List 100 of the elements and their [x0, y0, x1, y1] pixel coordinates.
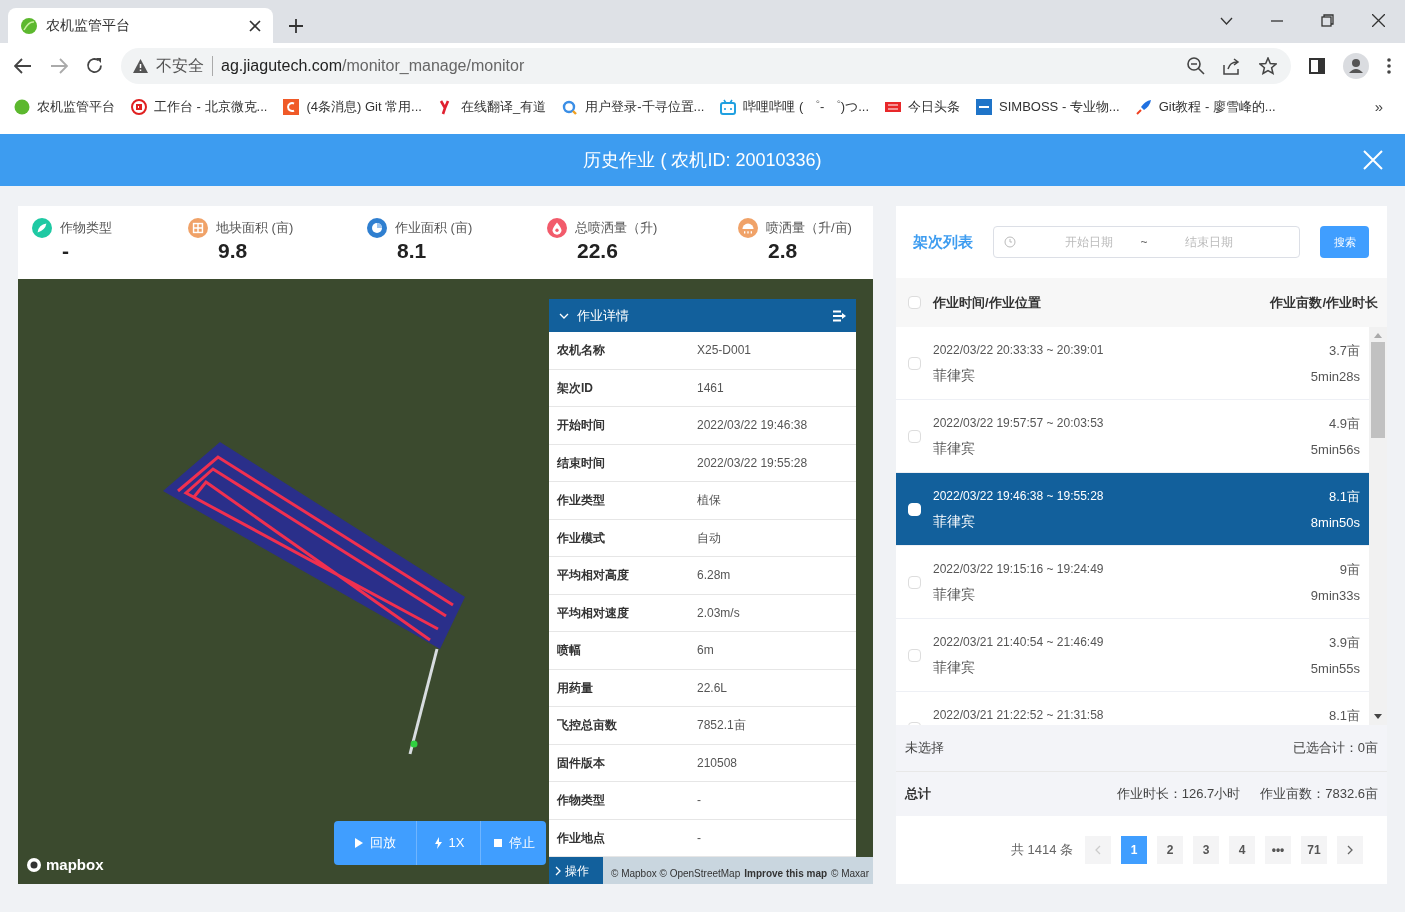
detail-value: 2022/03/22 19:55:28	[697, 454, 808, 472]
detail-label: 平均相对高度	[557, 567, 630, 585]
bookmark[interactable]: (4条消息) Git 常用...	[283, 97, 422, 117]
new-tab-icon[interactable]	[289, 19, 303, 33]
chevron-right-icon	[1347, 845, 1353, 855]
detail-value: X25-D001	[697, 342, 752, 360]
flight-location: 菲律宾	[933, 439, 976, 458]
address-bar[interactable]: 不安全 ag.jiagutech.com/monitor_manage/monitor	[121, 47, 1291, 84]
detail-value: 植保	[697, 492, 721, 510]
stat-value: 9.8	[217, 237, 249, 264]
avatar-icon[interactable]	[1343, 52, 1369, 79]
stop-icon	[492, 837, 503, 849]
chevron-down-icon	[559, 312, 569, 319]
star-icon[interactable]	[1259, 56, 1277, 75]
chevron-left-icon	[1095, 845, 1101, 855]
detail-value: 6.28m	[697, 567, 731, 585]
reload-icon[interactable]	[86, 57, 103, 74]
detail-label: 喷幅	[557, 642, 582, 660]
share-icon[interactable]	[1223, 56, 1241, 75]
security-label: 不安全	[156, 55, 204, 76]
stat-value: -	[61, 237, 70, 264]
flight-area: 3.9亩	[1328, 633, 1360, 653]
detail-label: 结束时间	[557, 454, 606, 472]
details-header[interactable]: 作业详情	[549, 299, 856, 332]
restore-icon[interactable]	[1321, 14, 1334, 27]
url-text: ag.jiagutech.com/monitor_manage/monitor	[221, 55, 526, 76]
more-bookmarks-button[interactable]: »	[1374, 95, 1383, 119]
total-label: 总计	[905, 785, 932, 804]
stat-label: 作物类型	[60, 219, 112, 237]
date-range-field[interactable]: 开始日期 ~ 结束日期	[993, 226, 1300, 258]
bookmark[interactable]: 用户登录-千寻位置...	[562, 97, 705, 117]
detail-value: 自动	[697, 529, 721, 547]
menu-icon[interactable]	[1387, 57, 1391, 74]
range-separator: ~	[1139, 234, 1149, 251]
bookmark[interactable]: 农机监管平台	[14, 97, 115, 117]
total-hours: 作业时长：126.7小时	[1116, 785, 1241, 804]
flight-location: 菲律宾	[933, 658, 976, 677]
bookmark[interactable]: SIMBOSS - 专业物...	[976, 97, 1120, 117]
details-title: 作业详情	[577, 306, 630, 325]
start-date-placeholder: 开始日期	[1064, 234, 1114, 251]
flight-area: 4.9亩	[1328, 414, 1360, 434]
stat-value: 22.6	[576, 237, 619, 264]
bookmark[interactable]: 哔哩哔哩 ( ゜- ゜)つ...	[720, 97, 870, 117]
detail-value: 22.6L	[697, 679, 728, 697]
page-button[interactable]: 2	[1157, 836, 1183, 864]
section-title: 操作	[565, 862, 589, 880]
bookmark[interactable]: 工作台 - 北京微克...	[131, 97, 268, 117]
flight-time: 2022/03/22 19:46:38 ~ 19:55:28	[933, 488, 1105, 505]
operator-section-header[interactable]: 操作	[549, 857, 603, 884]
detail-value: 1461	[697, 379, 724, 397]
flight-area: 8.1亩	[1328, 487, 1360, 507]
flight-area: 8.1亩	[1328, 706, 1360, 725]
panel-title: 架次列表	[913, 231, 973, 252]
row-checkbox[interactable]	[908, 356, 921, 370]
stat-value: 8.1	[396, 237, 428, 264]
bookmark[interactable]: 今日头条	[885, 97, 961, 117]
mapbox-logo: mapbox	[46, 854, 104, 875]
minimize-icon[interactable]	[1271, 19, 1283, 22]
close-icon[interactable]	[1372, 14, 1385, 27]
scroll-down-icon[interactable]	[1374, 714, 1382, 719]
page-button[interactable]: 4	[1229, 836, 1255, 864]
side-panel-icon[interactable]	[1309, 57, 1325, 74]
stat-label: 总喷洒量（升)	[575, 219, 658, 237]
row-checkbox[interactable]	[908, 429, 921, 443]
scrollbar-thumb[interactable]	[1371, 342, 1385, 438]
row-checkbox[interactable]	[908, 648, 921, 662]
bookmark[interactable]: 在线翻译_有道	[437, 97, 547, 117]
tab-title: 农机监管平台	[46, 16, 131, 35]
stat-value: 2.8	[767, 237, 799, 264]
select-all-checkbox[interactable]	[908, 296, 921, 309]
detail-label: 作业地点	[557, 829, 606, 847]
detail-value: 6m	[697, 642, 714, 660]
page-button[interactable]: 3	[1193, 836, 1219, 864]
flight-time: 2022/03/21 21:22:52 ~ 21:31:58	[933, 707, 1105, 724]
play-icon	[354, 837, 364, 849]
news-logo-icon	[885, 99, 902, 115]
page-button[interactable]: •••	[1265, 836, 1291, 864]
selected-total: 已选合计：0亩	[1292, 739, 1378, 758]
flight-duration: 5min55s	[1310, 659, 1360, 678]
detail-label: 作业模式	[557, 529, 606, 547]
detail-label: 开始时间	[557, 417, 606, 435]
page-button[interactable]: 71	[1301, 836, 1327, 864]
flight-location: 菲律宾	[933, 512, 976, 531]
bookmark[interactable]: Git教程 - 廖雪峰的...	[1135, 97, 1276, 117]
detail-label: 固件版本	[557, 754, 606, 772]
back-arrow-icon[interactable]	[14, 57, 32, 74]
chevron-down-icon[interactable]	[1220, 16, 1233, 25]
scrollbar[interactable]	[1369, 327, 1387, 725]
browser-tab[interactable]: 农机监管平台	[8, 8, 273, 43]
row-checkbox[interactable]	[908, 575, 921, 589]
close-icon[interactable]	[249, 19, 261, 32]
q-logo-icon	[562, 99, 579, 115]
detail-label: 农机名称	[557, 342, 606, 360]
tv-icon	[720, 99, 737, 115]
improve-map-link[interactable]: Improve this map	[744, 866, 828, 881]
detail-value: -	[697, 829, 701, 847]
flight-row[interactable]: 2022/03/22 19:46:38 ~ 19:55:28 菲律宾 8.1亩 8min50s	[896, 473, 1369, 546]
detail-value: 2.03m/s	[697, 604, 740, 622]
list-arrow-icon[interactable]	[833, 309, 846, 322]
zoom-out-icon[interactable]	[1187, 56, 1205, 75]
